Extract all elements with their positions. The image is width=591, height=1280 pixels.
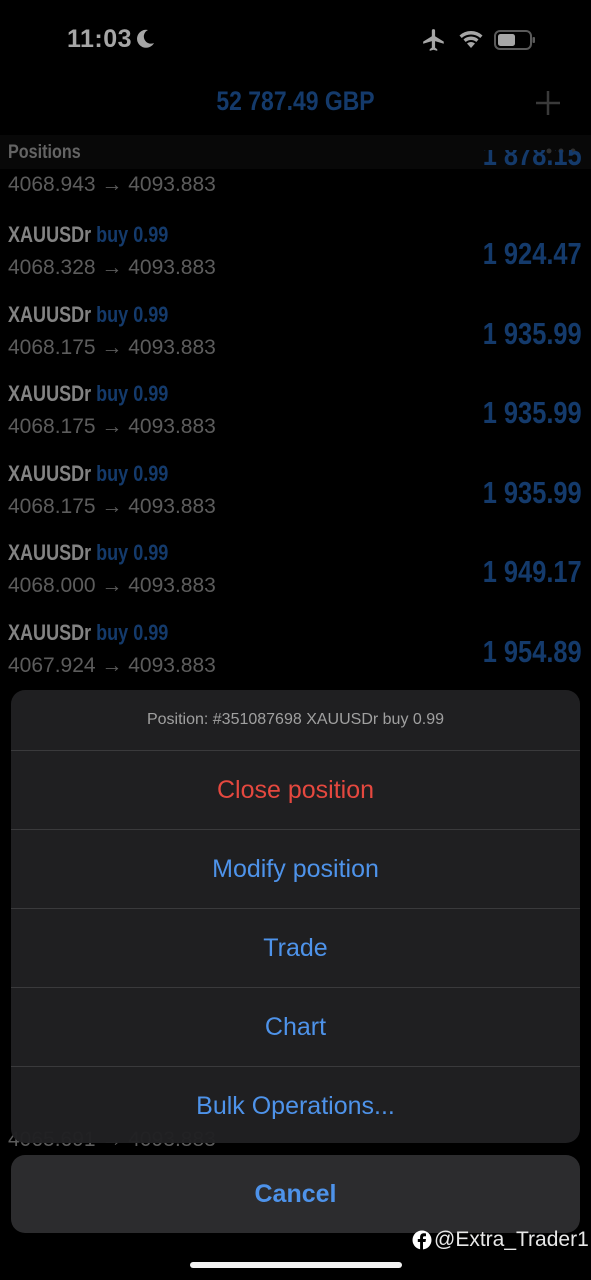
action-sheet-title: Position: #351087698 XAUUSDr buy 0.99 — [146, 711, 445, 728]
close-position-button[interactable]: Close position — [11, 750, 580, 829]
chart-button[interactable]: Chart — [11, 987, 580, 1066]
modify-position-button[interactable]: Modify position — [11, 829, 580, 908]
bulk-operations-button[interactable]: Bulk Operations... — [11, 1066, 580, 1143]
watermark: @Extra_Trader1 — [412, 1228, 589, 1254]
watermark-text: @Extra_Trader1 — [434, 1228, 589, 1251]
trade-button[interactable]: Trade — [11, 908, 580, 987]
home-indicator[interactable] — [190, 1262, 402, 1268]
cancel-button[interactable]: Cancel — [11, 1155, 580, 1233]
action-sheet: Position: #351087698 XAUUSDr buy 0.99 Cl… — [11, 690, 580, 1143]
facebook-icon — [412, 1230, 432, 1250]
